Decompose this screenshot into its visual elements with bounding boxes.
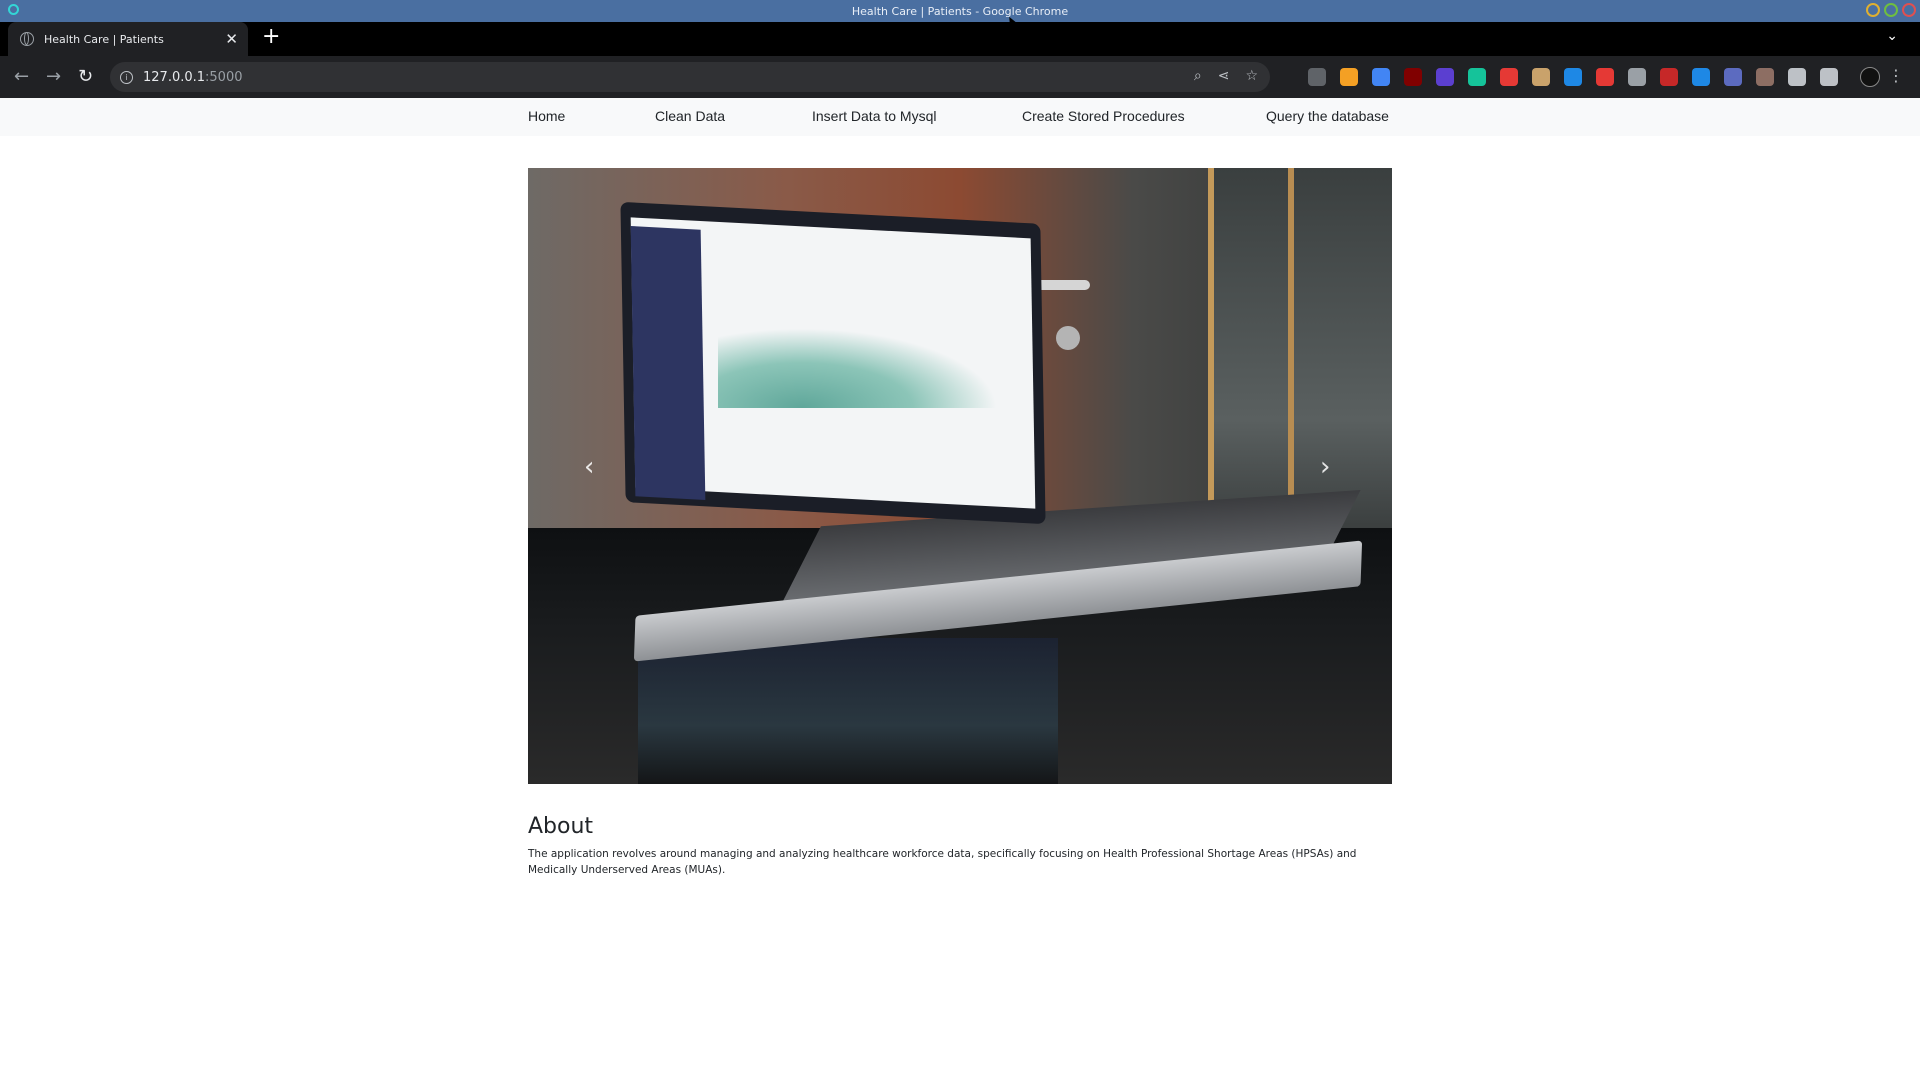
extensions-area: [1308, 68, 1838, 86]
nav-link-home[interactable]: Home: [528, 108, 565, 124]
carousel-prev-button[interactable]: ‹: [584, 452, 594, 482]
tab-strip: Health Care | Patients ✕ + ⌄: [0, 22, 1920, 56]
side-panel-icon[interactable]: [1820, 68, 1838, 86]
extension-icon-7[interactable]: [1500, 68, 1518, 86]
carousel-next-button[interactable]: ›: [1320, 452, 1330, 482]
translate-extension-icon[interactable]: [1372, 68, 1390, 86]
maximize-icon[interactable]: [1884, 3, 1898, 17]
about-heading: About: [528, 814, 594, 839]
ublock-extension-icon[interactable]: [1404, 68, 1422, 86]
nav-link-stored-procedures[interactable]: Create Stored Procedures: [1022, 108, 1185, 124]
window-title: Health Care | Patients - Google Chrome: [851, 4, 1069, 18]
extension-icon-8[interactable]: [1532, 68, 1550, 86]
forward-button[interactable]: →: [46, 66, 61, 87]
zoom-icon[interactable]: ⌕: [1194, 68, 1202, 84]
puzzle-icon[interactable]: [1788, 68, 1806, 86]
tab-title: Health Care | Patients: [44, 32, 164, 46]
close-window-icon[interactable]: [1902, 3, 1916, 17]
globe-icon: [20, 32, 34, 46]
site-navbar: Home Clean Data Insert Data to Mysql Cre…: [0, 98, 1920, 136]
hero-carousel: ‹ ›: [528, 168, 1392, 784]
carousel-image-dashboard-chart: [718, 328, 998, 408]
url-text: 127.0.0.1:5000: [143, 69, 243, 85]
extension-icon-2[interactable]: [1340, 68, 1358, 86]
browser-toolbar: ← → ↻ i 127.0.0.1:5000 ⌕ ⋖ ☆ ⋮: [0, 56, 1920, 98]
nav-link-clean-data[interactable]: Clean Data: [655, 108, 725, 124]
window-titlebar: Health Care | Patients - Google Chrome: [0, 0, 1920, 22]
nav-link-insert-data[interactable]: Insert Data to Mysql: [812, 108, 937, 124]
browser-tab[interactable]: Health Care | Patients ✕: [8, 22, 248, 56]
extension-icon-15[interactable]: [1756, 68, 1774, 86]
grammarly-extension-icon[interactable]: [1468, 68, 1486, 86]
shield-extension-icon[interactable]: [1308, 68, 1326, 86]
back-button[interactable]: ←: [14, 66, 29, 87]
share-icon[interactable]: ⋖: [1218, 68, 1230, 84]
nav-link-query-database[interactable]: Query the database: [1266, 108, 1389, 124]
extension-icon-12[interactable]: [1660, 68, 1678, 86]
omnibox-actions: ⌕ ⋖ ☆: [1194, 68, 1258, 84]
carousel-image-reflection: [638, 638, 1058, 784]
os-logo-icon: [8, 4, 19, 15]
carousel-image-door-knob: [1056, 326, 1080, 350]
new-tab-button[interactable]: +: [262, 24, 280, 49]
carousel-image-dashboard-sidebar: [630, 226, 706, 500]
profile-avatar[interactable]: [1860, 67, 1880, 87]
extension-icon-14[interactable]: [1724, 68, 1742, 86]
tab-search-button[interactable]: ⌄: [1886, 28, 1898, 44]
extension-icon-10[interactable]: [1596, 68, 1614, 86]
about-paragraph: The application revolves around managing…: [528, 848, 1357, 876]
minimize-icon[interactable]: [1866, 3, 1880, 17]
star-icon[interactable]: ☆: [1245, 68, 1258, 84]
globe-extension-icon[interactable]: [1628, 68, 1646, 86]
address-bar[interactable]: i 127.0.0.1:5000 ⌕ ⋖ ☆: [110, 62, 1270, 92]
reload-button[interactable]: ↻: [78, 66, 93, 87]
close-tab-icon[interactable]: ✕: [225, 30, 238, 48]
extension-icon-9[interactable]: [1564, 68, 1582, 86]
extension-icon-5[interactable]: [1436, 68, 1454, 86]
site-info-icon[interactable]: i: [120, 70, 133, 84]
window-controls: [1866, 3, 1916, 17]
extension-icon-13[interactable]: [1692, 68, 1710, 86]
chrome-menu-button[interactable]: ⋮: [1888, 66, 1904, 85]
